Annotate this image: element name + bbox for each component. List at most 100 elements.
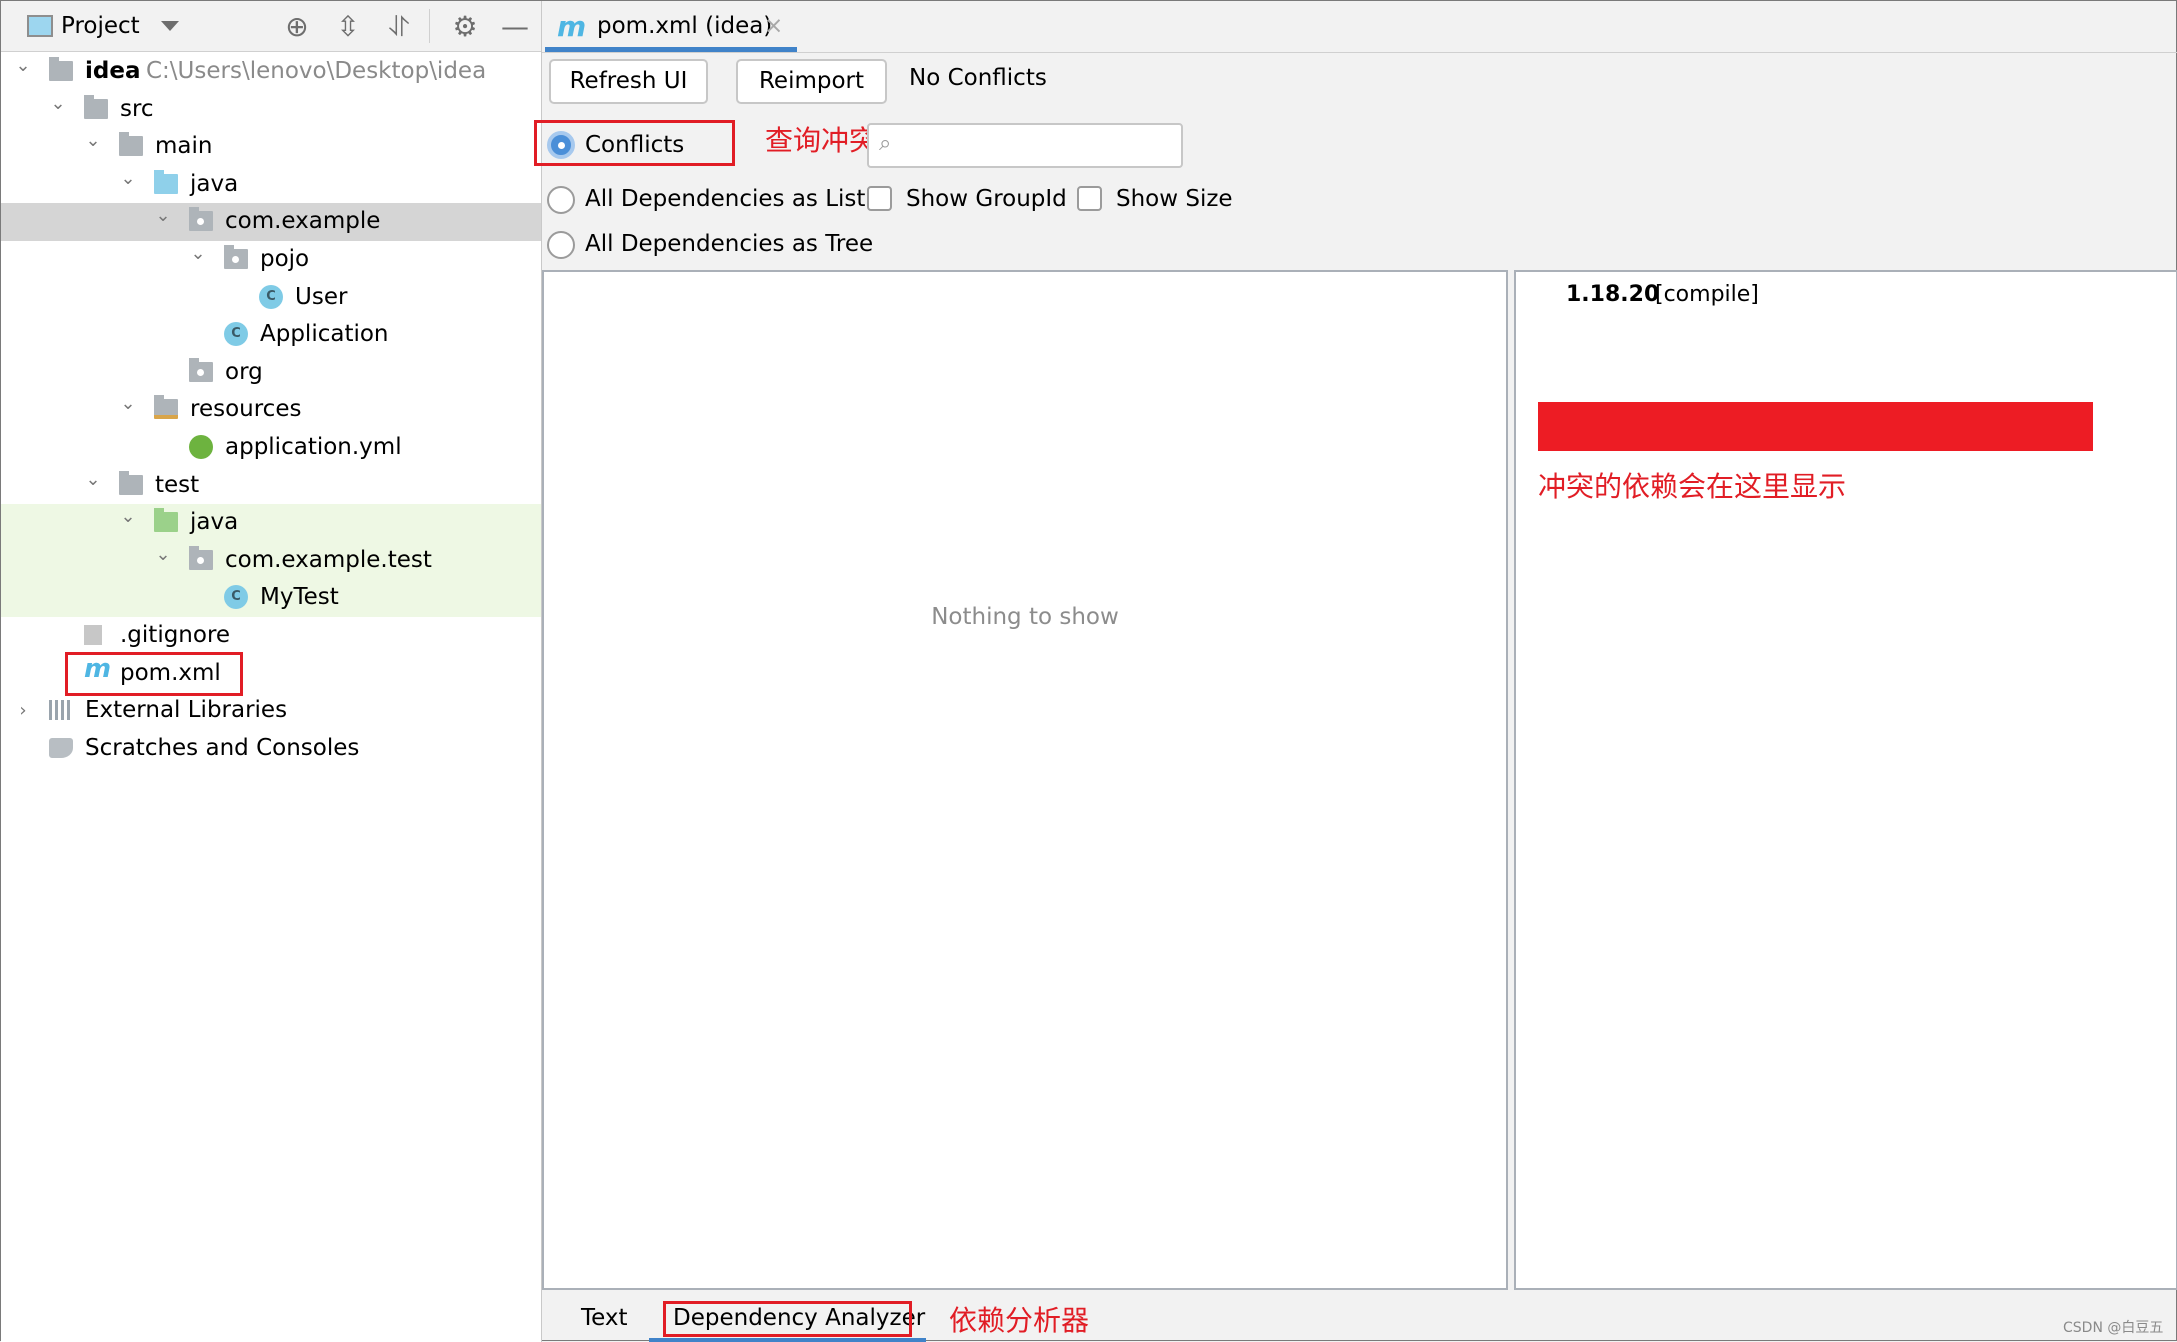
toolbar-divider bbox=[429, 9, 430, 43]
locate-icon[interactable]: ⊕ bbox=[281, 11, 313, 43]
project-path: C:\Users\lenovo\Desktop\idea bbox=[146, 58, 487, 84]
resources-folder-icon bbox=[154, 395, 178, 420]
tree-item[interactable]: ⌄ idea C:\Users\lenovo\Desktop\idea bbox=[1, 53, 541, 91]
tree-item-label: src bbox=[120, 95, 154, 122]
tree-item-label: idea bbox=[85, 58, 141, 84]
tree-item-label: java bbox=[190, 509, 239, 536]
search-field[interactable]: ⌕ bbox=[867, 123, 1183, 168]
chevron-down-icon[interactable]: ⌄ bbox=[118, 385, 138, 423]
tree-item-label: resources bbox=[190, 396, 302, 423]
tree-item[interactable]: org bbox=[1, 354, 541, 392]
folder-icon bbox=[119, 470, 143, 495]
close-icon[interactable]: × bbox=[764, 1, 783, 52]
class-icon: C bbox=[259, 284, 283, 309]
tree-item-label: java bbox=[190, 170, 239, 197]
search-input[interactable] bbox=[909, 129, 1169, 162]
editor-tab-pom[interactable]: m pom.xml (idea) × bbox=[545, 1, 797, 52]
dependency-analyzer-annotation: 依赖分析器 bbox=[949, 1304, 1090, 1337]
chevron-right-icon[interactable]: › bbox=[13, 692, 33, 730]
dependency-version: 1.18.20 bbox=[1566, 282, 1660, 307]
chevron-down-icon[interactable]: ⌄ bbox=[153, 197, 173, 235]
conflicts-shown-annotation: 冲突的依赖会在这里显示 bbox=[1538, 470, 1847, 503]
runnable-class-icon: C bbox=[224, 322, 248, 347]
test-folder-icon bbox=[154, 508, 178, 533]
tree-item[interactable]: C Application bbox=[1, 316, 541, 354]
tab-text[interactable]: Text bbox=[581, 1305, 628, 1331]
package-icon bbox=[189, 207, 213, 232]
chevron-down-icon[interactable]: ⌄ bbox=[118, 498, 138, 536]
all-deps-tree-label[interactable]: All Dependencies as Tree bbox=[585, 231, 873, 257]
tree-item-label: org bbox=[225, 358, 263, 385]
tab-divider bbox=[542, 52, 2177, 53]
tree-item[interactable]: ⌄ test bbox=[1, 467, 541, 505]
all-deps-list-radio[interactable] bbox=[547, 186, 575, 214]
all-deps-tree-radio[interactable] bbox=[547, 231, 575, 259]
pom-highlight-box bbox=[65, 652, 243, 696]
show-groupid-checkbox[interactable] bbox=[867, 186, 892, 211]
ignored-file-icon bbox=[84, 625, 102, 645]
reimport-button[interactable]: Reimport bbox=[736, 59, 887, 104]
gear-icon[interactable]: ⚙ bbox=[449, 11, 481, 43]
package-icon bbox=[224, 245, 248, 269]
scratches-icon bbox=[49, 737, 73, 758]
tree-item-label: application.yml bbox=[225, 434, 402, 460]
show-groupid-label[interactable]: Show GroupId bbox=[906, 186, 1067, 212]
chevron-down-icon[interactable]: ⌄ bbox=[188, 235, 208, 273]
collapse-all-icon[interactable]: ⥯ bbox=[383, 11, 415, 43]
expand-all-icon[interactable]: ⇳ bbox=[332, 11, 364, 43]
show-size-label[interactable]: Show Size bbox=[1116, 186, 1233, 212]
package-icon bbox=[189, 545, 213, 570]
folder-icon bbox=[119, 132, 143, 157]
tab-label: pom.xml (idea) bbox=[597, 13, 773, 39]
analyzer-highlight-box bbox=[663, 1301, 912, 1337]
tree-item-label: External Libraries bbox=[85, 697, 288, 724]
project-view-selector[interactable]: Project bbox=[61, 1, 140, 52]
project-tool-window: Project ⊕ ⇳ ⥯ ⚙ — ⌄ idea C:\Users\lenovo\D… bbox=[1, 1, 542, 1342]
maven-icon: m bbox=[557, 10, 587, 43]
tree-item[interactable]: C User bbox=[1, 279, 541, 317]
tree-item[interactable]: ⌄ java bbox=[1, 504, 541, 542]
show-size-checkbox[interactable] bbox=[1077, 186, 1102, 211]
tree-item[interactable]: ⌄ resources bbox=[1, 391, 541, 429]
chevron-down-icon[interactable]: ⌄ bbox=[13, 47, 33, 85]
chevron-down-icon[interactable] bbox=[161, 21, 179, 31]
tree-item[interactable]: ⌄ com.example bbox=[1, 203, 541, 241]
tree-item[interactable]: C MyTest bbox=[1, 579, 541, 617]
tree-item-label: User bbox=[295, 283, 348, 310]
search-icon[interactable]: ⌕ bbox=[879, 131, 891, 156]
tree-item-label: .gitignore bbox=[120, 622, 231, 648]
test-class-icon: C bbox=[224, 585, 248, 610]
folder-icon bbox=[84, 94, 108, 119]
project-toolbar: Project ⊕ ⇳ ⥯ ⚙ — bbox=[1, 1, 541, 52]
redacted-dependency-bar bbox=[1538, 402, 2093, 451]
tree-item[interactable]: .gitignore bbox=[1, 617, 541, 655]
tree-item[interactable]: application.yml bbox=[1, 429, 541, 467]
tree-item[interactable]: ⌄ src bbox=[1, 91, 541, 129]
tree-item-label: main bbox=[155, 133, 213, 160]
tree-item[interactable]: Scratches and Consoles bbox=[1, 730, 541, 768]
all-deps-list-label[interactable]: All Dependencies as List bbox=[585, 186, 865, 212]
chevron-down-icon[interactable]: ⌄ bbox=[48, 85, 68, 123]
watermark: CSDN @白豆五 bbox=[2063, 1320, 2164, 1336]
tree-item-label: pojo bbox=[260, 246, 310, 272]
tree-item[interactable]: › External Libraries bbox=[1, 692, 541, 730]
chevron-down-icon[interactable]: ⌄ bbox=[83, 122, 103, 160]
chevron-down-icon[interactable]: ⌄ bbox=[118, 160, 138, 198]
project-view-icon bbox=[27, 15, 53, 37]
tree-item[interactable]: ⌄ main bbox=[1, 128, 541, 166]
dependency-detail-panel[interactable]: 1.18.20 [compile] 冲突的依赖会在这里显示 bbox=[1514, 270, 2177, 1290]
tree-item[interactable]: ⌄ pojo bbox=[1, 241, 541, 279]
dependency-scope: [compile] bbox=[1655, 282, 1759, 307]
tree-item-label: Application bbox=[260, 321, 389, 348]
conflict-status: No Conflicts bbox=[909, 65, 1047, 91]
chevron-down-icon[interactable]: ⌄ bbox=[153, 536, 173, 574]
chevron-down-icon[interactable]: ⌄ bbox=[83, 461, 103, 499]
libraries-icon bbox=[49, 700, 73, 721]
minimize-icon[interactable]: — bbox=[499, 11, 531, 43]
tree-item[interactable]: ⌄ com.example.test bbox=[1, 541, 541, 580]
conflicts-highlight-box bbox=[534, 120, 735, 166]
refresh-ui-button[interactable]: Refresh UI bbox=[549, 59, 708, 104]
conflicts-list-panel[interactable]: Nothing to show bbox=[542, 270, 1508, 1290]
tree-item[interactable]: ⌄ java bbox=[1, 166, 541, 204]
tree-item-label: com.example.test bbox=[225, 546, 432, 573]
